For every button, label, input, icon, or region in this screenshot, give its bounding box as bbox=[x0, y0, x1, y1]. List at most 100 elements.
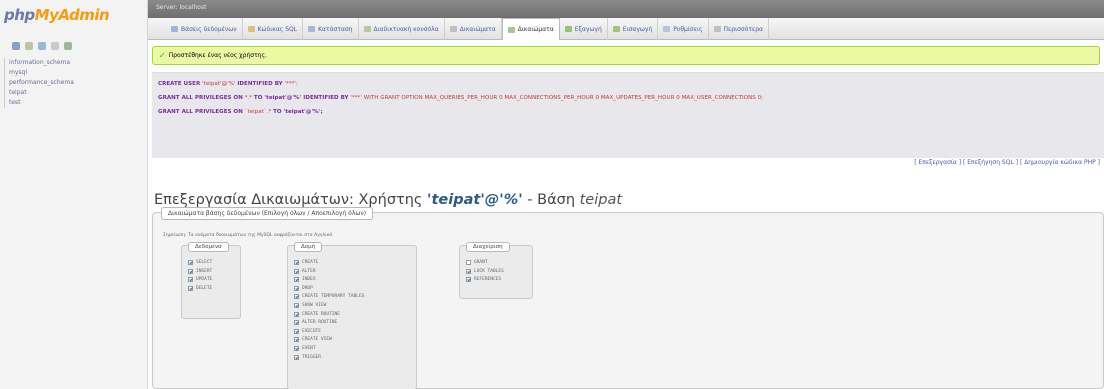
database-item[interactable]: mysql bbox=[4, 68, 74, 78]
privilege-checkbox[interactable] bbox=[294, 346, 299, 351]
db-name: teipat bbox=[579, 192, 623, 208]
privileges-note: Σημείωση: Τα ονόματα δικαιωμάτων της MyS… bbox=[163, 233, 333, 238]
sql-query-box: CREATE USER 'teipat'@'%' IDENTIFIED BY '… bbox=[152, 72, 1104, 166]
privilege-checkbox[interactable] bbox=[294, 260, 299, 265]
tab-more[interactable]: Περισσότερα bbox=[709, 18, 770, 40]
tab-status[interactable]: Κατάσταση bbox=[303, 18, 359, 40]
privilege-checkbox-row[interactable]: ALTER bbox=[294, 268, 316, 274]
sql-line-3: GRANT ALL PRIVILEGES ON `teipat`.* TO 't… bbox=[158, 109, 323, 115]
privilege-checkbox[interactable] bbox=[188, 277, 193, 283]
privilege-checkbox-row[interactable]: SELECT bbox=[188, 260, 212, 265]
privilege-checkbox-row[interactable]: CREATE bbox=[294, 260, 318, 265]
privilege-checkbox[interactable] bbox=[188, 268, 193, 274]
privilege-checkbox-row[interactable]: LOCK TABLES bbox=[466, 268, 504, 274]
privilege-checkbox-row[interactable]: ALTER ROUTINE bbox=[294, 320, 338, 326]
privilege-label: INDEX bbox=[302, 277, 316, 283]
sql-icon bbox=[247, 26, 255, 32]
privilege-checkbox[interactable] bbox=[294, 320, 299, 326]
privilege-checkbox[interactable] bbox=[188, 285, 193, 291]
privilege-group-title[interactable]: Δεδομένα bbox=[188, 242, 229, 252]
privilege-label: ALTER bbox=[302, 268, 316, 274]
tab-label: Περισσότερα bbox=[723, 25, 764, 33]
privilege-label: SELECT bbox=[196, 260, 213, 265]
tab-users[interactable]: Δικαιώματα bbox=[445, 18, 502, 40]
nav-icon-bar bbox=[12, 42, 72, 50]
privilege-checkbox[interactable] bbox=[294, 277, 299, 283]
privilege-checkbox-row[interactable]: REFERENCES bbox=[466, 277, 502, 283]
privilege-checkbox[interactable] bbox=[466, 260, 471, 265]
logout-icon[interactable] bbox=[25, 42, 33, 50]
privilege-checkbox[interactable] bbox=[294, 285, 299, 291]
export-icon bbox=[564, 26, 572, 32]
privilege-checkbox[interactable] bbox=[466, 268, 471, 274]
privilege-label: ALTER ROUTINE bbox=[302, 320, 338, 326]
sql-action-links[interactable]: [ Επεξεργασία ] [ Επεξήγηση SQL ] [ Δημι… bbox=[914, 159, 1100, 166]
success-text: Προστέθηκε ένας νέος χρήστης. bbox=[168, 52, 267, 59]
sql-line-2: GRANT ALL PRIVILEGES ON *.* TO 'teipat'@… bbox=[158, 95, 764, 101]
privilege-checkbox[interactable] bbox=[294, 311, 299, 317]
database-item[interactable]: test bbox=[4, 98, 74, 108]
settings-icon[interactable] bbox=[64, 42, 72, 50]
tab-privileges[interactable]: Δικαιώματα bbox=[501, 18, 560, 40]
database-item[interactable]: performance_schema bbox=[4, 78, 74, 88]
privilege-checkbox[interactable] bbox=[294, 303, 299, 308]
privilege-group-title[interactable]: Δομή bbox=[294, 242, 323, 252]
privilege-checkbox[interactable] bbox=[294, 337, 299, 343]
tab-label: Βάσεις δεδομένων bbox=[181, 25, 237, 33]
console-icon bbox=[363, 26, 371, 32]
privilege-checkbox-row[interactable]: CREATE TEMPORARY TABLES bbox=[294, 294, 365, 300]
home-icon[interactable] bbox=[12, 42, 20, 50]
database-item[interactable]: teipat bbox=[4, 88, 74, 98]
privilege-checkbox-row[interactable]: TRIGGER bbox=[294, 354, 321, 360]
privilege-checkbox[interactable] bbox=[188, 260, 193, 265]
users-icon bbox=[449, 26, 457, 32]
privilege-group-title[interactable]: Διαχείριση bbox=[466, 242, 510, 252]
privilege-label: LOCK TABLES bbox=[474, 268, 504, 274]
privilege-label: INSERT bbox=[196, 268, 213, 274]
privilege-group: Δομή CREATE ALTER INDEX DROP CREATE TEMPORARY… bbox=[287, 242, 417, 389]
privilege-checkbox[interactable] bbox=[294, 354, 299, 360]
privilege-checkbox-row[interactable]: CREATE VIEW bbox=[294, 337, 332, 343]
privilege-checkbox-row[interactable]: EVENT bbox=[294, 346, 316, 351]
privilege-label: UPDATE bbox=[196, 277, 213, 283]
tab-database[interactable]: Βάσεις δεδομένων bbox=[166, 18, 243, 40]
top-menu-tabs: Βάσεις δεδομένων Κώδικας SQL Κατάσταση Διαδ… bbox=[148, 18, 1104, 40]
user-name: 'teipat'@'%' bbox=[427, 192, 523, 208]
tab-console[interactable]: Διαδικτυακή κονσόλα bbox=[359, 18, 445, 40]
tab-sql[interactable]: Κώδικας SQL bbox=[243, 18, 304, 40]
privilege-checkbox-row[interactable]: CREATE ROUTINE bbox=[294, 311, 340, 317]
tab-label: Διαδικτυακή κονσόλα bbox=[373, 25, 439, 33]
privilege-checkbox-row[interactable]: EXECUTE bbox=[294, 328, 321, 334]
query-window-icon[interactable] bbox=[38, 42, 46, 50]
privilege-checkbox-row[interactable]: GRANT bbox=[466, 260, 488, 265]
privilege-label: EVENT bbox=[302, 346, 316, 351]
privilege-checkbox-row[interactable]: DELETE bbox=[188, 285, 212, 291]
tab-export[interactable]: Εξαγωγή bbox=[560, 18, 608, 40]
breadcrumb-server[interactable]: Server: localhost bbox=[156, 4, 206, 11]
privilege-checkbox-row[interactable]: SHOW VIEW bbox=[294, 303, 326, 308]
docs-icon[interactable] bbox=[51, 42, 59, 50]
success-check-icon: ✓ bbox=[159, 51, 166, 60]
privilege-checkbox[interactable] bbox=[294, 294, 299, 300]
privilege-label: REFERENCES bbox=[474, 277, 502, 283]
privilege-label: CREATE ROUTINE bbox=[302, 311, 340, 317]
privilege-checkbox[interactable] bbox=[294, 268, 299, 274]
tab-settings[interactable]: Ρυθμίσεις bbox=[658, 18, 709, 40]
privilege-checkbox-row[interactable]: UPDATE bbox=[188, 277, 213, 283]
database-item[interactable]: information_schema bbox=[4, 58, 74, 68]
privileges-legend[interactable]: Δικαιώματα βάσης δεδομένων (Επιλογή όλων… bbox=[161, 207, 374, 220]
server-breadcrumb-bar: Server: localhost bbox=[148, 0, 1104, 18]
database-tree: information_schema mysql performance_schem… bbox=[4, 58, 74, 108]
page-title: Επεξεργασία Δικαιωμάτων: Χρήστης 'teipat… bbox=[154, 192, 623, 208]
privilege-checkbox[interactable] bbox=[466, 277, 471, 283]
privilege-label: CREATE TEMPORARY TABLES bbox=[302, 294, 365, 300]
privilege-checkbox-row[interactable]: INDEX bbox=[294, 277, 316, 283]
phpmyadmin-logo[interactable]: phpMyAdmin bbox=[4, 6, 110, 24]
privilege-label: CREATE bbox=[302, 260, 319, 265]
privilege-checkbox[interactable] bbox=[294, 328, 299, 334]
tab-import[interactable]: Εισαγωγή bbox=[608, 18, 659, 40]
privilege-checkbox-row[interactable]: INSERT bbox=[188, 268, 213, 274]
settings-icon bbox=[663, 26, 671, 32]
privilege-checkbox-row[interactable]: DROP bbox=[294, 285, 313, 291]
tab-label: Κώδικας SQL bbox=[257, 25, 298, 33]
